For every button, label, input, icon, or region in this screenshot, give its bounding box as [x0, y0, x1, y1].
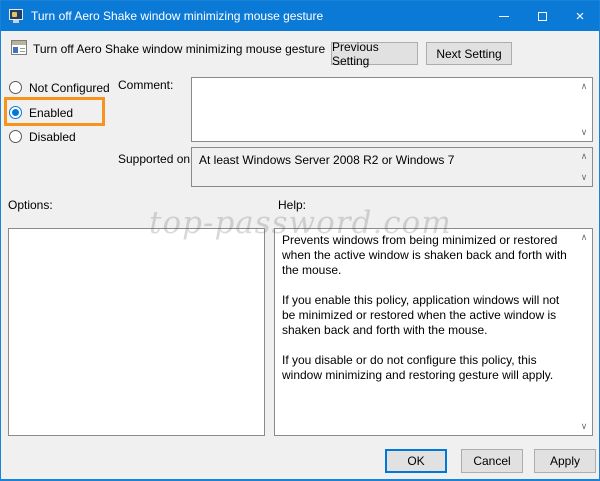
radio-checked-icon	[9, 106, 22, 119]
close-button[interactable]: ×	[561, 1, 599, 31]
supported-on-value: At least Windows Server 2008 R2 or Windo…	[199, 153, 454, 167]
policy-title: Turn off Aero Shake window minimizing mo…	[33, 42, 325, 56]
window-title: Turn off Aero Shake window minimizing mo…	[31, 9, 323, 23]
app-icon	[9, 9, 25, 23]
help-paragraph: If you enable this policy, application w…	[282, 293, 572, 338]
window-controls: ×	[485, 1, 599, 31]
scroll-down-icon[interactable]: ∨	[579, 422, 589, 431]
options-label: Options:	[8, 198, 53, 212]
help-label: Help:	[278, 198, 306, 212]
titlebar[interactable]: Turn off Aero Shake window minimizing mo…	[1, 1, 599, 31]
help-text-box[interactable]: Prevents windows from being minimized or…	[274, 228, 593, 436]
help-paragraph: Prevents windows from being minimized or…	[282, 233, 572, 278]
minimize-button[interactable]	[485, 1, 523, 31]
scroll-down-icon[interactable]: ∨	[579, 173, 589, 182]
comment-label: Comment:	[118, 78, 173, 92]
radio-icon	[9, 81, 22, 94]
maximize-icon	[538, 12, 547, 21]
previous-setting-button[interactable]: Previous Setting	[331, 42, 418, 65]
supported-on-box: At least Windows Server 2008 R2 or Windo…	[191, 147, 593, 187]
radio-not-configured[interactable]: Not Configured	[9, 80, 110, 95]
radio-label: Disabled	[29, 130, 76, 144]
maximize-button[interactable]	[523, 1, 561, 31]
scroll-up-icon[interactable]: ∧	[579, 233, 589, 242]
radio-label: Enabled	[29, 106, 73, 120]
scroll-up-icon[interactable]: ∧	[579, 82, 589, 91]
scroll-down-icon[interactable]: ∨	[579, 128, 589, 137]
radio-enabled[interactable]: Enabled	[9, 105, 73, 120]
radio-label: Not Configured	[29, 81, 110, 95]
supported-on-label: Supported on:	[118, 152, 193, 166]
apply-button[interactable]: Apply	[534, 449, 596, 473]
cancel-button[interactable]: Cancel	[461, 449, 523, 473]
ok-button[interactable]: OK	[385, 449, 447, 473]
policy-setting-icon	[11, 40, 27, 55]
comment-input[interactable]: ∧ ∨	[191, 77, 593, 142]
minimize-icon	[499, 16, 509, 17]
radio-disabled[interactable]: Disabled	[9, 129, 76, 144]
radio-icon	[9, 130, 22, 143]
next-setting-button[interactable]: Next Setting	[426, 42, 512, 65]
help-paragraph: If you disable or do not configure this …	[282, 353, 572, 383]
close-icon: ×	[576, 9, 585, 24]
options-panel	[8, 228, 265, 436]
policy-dialog-window: Turn off Aero Shake window minimizing mo…	[0, 0, 600, 481]
scroll-up-icon[interactable]: ∧	[579, 152, 589, 161]
